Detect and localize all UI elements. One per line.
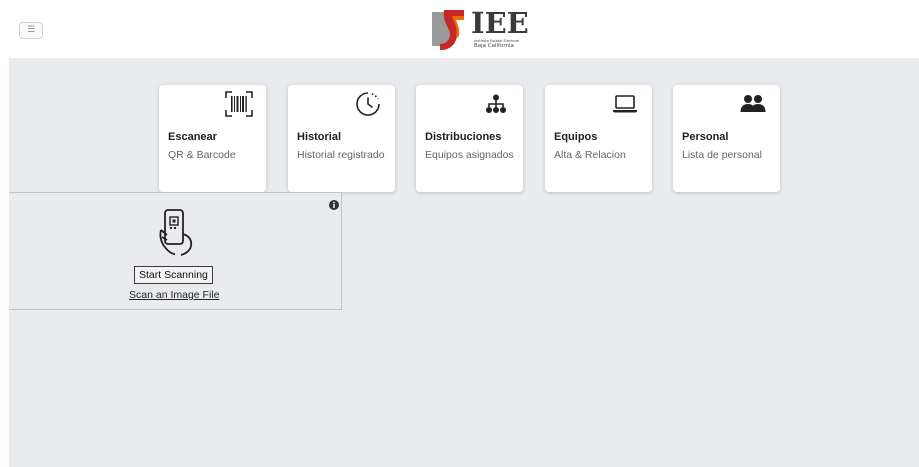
logo-subtitle-line2: Baja California <box>474 43 514 49</box>
phone-qr-scan-icon <box>159 208 195 256</box>
card-title: Escanear <box>168 131 217 143</box>
info-icon[interactable] <box>329 195 339 210</box>
top-bar: ☰ IEE Instituto Estatal Electoral Baja C… <box>0 0 919 58</box>
laptop-icon <box>610 89 640 119</box>
card-title: Historial <box>297 131 342 143</box>
card-description: Alta & Relacion <box>554 149 626 161</box>
users-icon <box>738 89 768 119</box>
card-description: Lista de personal <box>682 149 762 161</box>
card-title: Equipos <box>554 131 598 143</box>
sitemap-icon <box>481 89 511 119</box>
card-description: QR & Barcode <box>168 149 236 161</box>
start-scanning-button[interactable]: Start Scanning <box>134 266 213 284</box>
qr-scanner-panel: Start Scanning Scan an Image File <box>9 192 342 310</box>
hamburger-icon: ☰ <box>26 25 36 35</box>
logo-title: IEE <box>471 6 529 40</box>
card-title: Personal <box>682 131 729 143</box>
logo-emblem-icon <box>432 10 464 50</box>
card-equipos[interactable]: Equipos Alta & Relacion <box>545 85 652 192</box>
card-historial[interactable]: Historial Historial registrado <box>288 85 395 192</box>
card-description: Equipos asignados <box>425 149 514 161</box>
clock-history-icon <box>353 89 383 119</box>
card-personal[interactable]: Personal Lista de personal <box>673 85 780 192</box>
card-title: Distribuciones <box>425 131 502 143</box>
card-distribuciones[interactable]: Distribuciones Equipos asignados <box>416 85 523 192</box>
menu-toggle-button[interactable]: ☰ <box>19 22 43 39</box>
scan-image-file-link[interactable]: Scan an Image File <box>129 289 219 301</box>
card-escanear[interactable]: Escanear QR & Barcode <box>159 85 266 192</box>
card-description: Historial registrado <box>297 149 385 161</box>
iee-logo: IEE Instituto Estatal Electoral Baja Cal… <box>430 6 530 52</box>
barcode-scan-icon <box>224 89 254 119</box>
